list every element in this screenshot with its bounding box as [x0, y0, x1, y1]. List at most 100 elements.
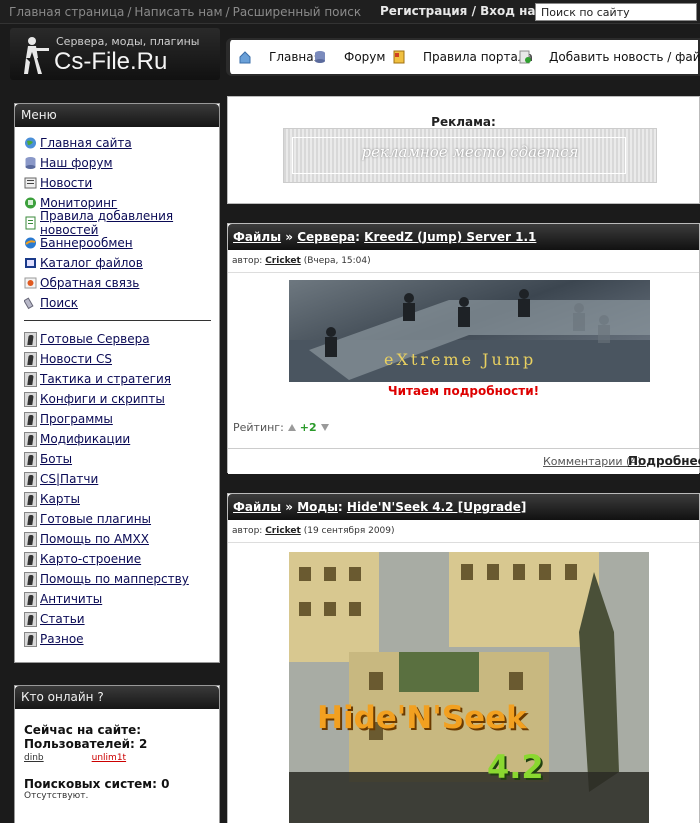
cs-soldier-icon: [24, 591, 37, 607]
post-date: (19 сентября 2009): [303, 526, 395, 536]
monitor-icon: [25, 197, 36, 209]
subcategory-link[interactable]: Сервера: [297, 230, 355, 244]
menu-item-label[interactable]: Баннерообмен: [40, 236, 133, 250]
post-title-link[interactable]: Hide'N'Seek 4.2 [Upgrade]: [347, 500, 526, 514]
author-link[interactable]: Cricket: [265, 526, 301, 536]
cs-item-plugins[interactable]: Готовые плагины: [24, 509, 211, 529]
cs-item-news[interactable]: Новости CS: [24, 349, 211, 369]
cs-item-servers[interactable]: Готовые Сервера: [24, 329, 211, 349]
read-more-link[interactable]: Читаем подробности!: [228, 384, 699, 398]
advanced-search-link[interactable]: Расширенный поиск: [233, 5, 362, 19]
menu-item-news[interactable]: Новости: [24, 173, 211, 193]
vote-up-icon[interactable]: [287, 424, 296, 431]
post-image[interactable]: eXtreme Jump: [289, 280, 650, 382]
cs-soldier-icon: [24, 411, 37, 427]
post-image[interactable]: Hide'N'Seek 4.2: [289, 552, 649, 823]
nav-rules[interactable]: Правила портала: [393, 50, 533, 64]
menu-item-label[interactable]: Боты: [40, 452, 72, 466]
cs-item-programs[interactable]: Программы: [24, 409, 211, 429]
online-user-link[interactable]: unlim1t: [92, 753, 126, 763]
menu-item-catalog[interactable]: Каталог файлов: [24, 253, 211, 273]
menu-item-forum[interactable]: Наш форум: [24, 153, 211, 173]
cs-soldier-icon: [24, 431, 37, 447]
cs-item-bots[interactable]: Боты: [24, 449, 211, 469]
nav-add-news[interactable]: Добавить новость / файл: [519, 50, 700, 64]
menu-item-label[interactable]: Наш форум: [40, 156, 113, 170]
register-link[interactable]: Регистрация: [380, 4, 467, 18]
nav-home[interactable]: Главная: [239, 50, 321, 64]
menu-item-label[interactable]: Помощь по мапперству: [40, 572, 189, 586]
menu-item-label[interactable]: Правила добавления новостей: [40, 209, 211, 237]
write-us-link[interactable]: Написать нам: [134, 5, 222, 19]
menu-item-label[interactable]: Каталог файлов: [40, 256, 143, 270]
menu-item-label[interactable]: Главная сайта: [40, 136, 132, 150]
cs-item-mods[interactable]: Модификации: [24, 429, 211, 449]
home-page-link[interactable]: Главная страница: [9, 5, 124, 19]
comments-link[interactable]: Комментарии (4): [543, 455, 642, 468]
cs-item-amxx-help[interactable]: Помощь по AMXX: [24, 529, 211, 549]
cs-item-misc[interactable]: Разное: [24, 629, 211, 649]
menu-item-label[interactable]: Обратная связь: [40, 276, 139, 290]
cs-soldier-icon: [24, 611, 37, 627]
add-document-icon: [519, 50, 531, 64]
cs-soldier-icon: [24, 531, 37, 547]
main-menu-list: Главная сайта Наш форум Новости Монитори…: [15, 127, 219, 313]
cs-item-mapbuilding[interactable]: Карто-строение: [24, 549, 211, 569]
hns-image-title: Hide'N'Seek: [317, 700, 527, 736]
planet-icon: [25, 237, 36, 249]
menu-item-label[interactable]: Новости CS: [40, 352, 112, 366]
menu-item-label[interactable]: Модификации: [40, 432, 130, 446]
cs-soldier-icon: [24, 351, 37, 367]
menu-item-label[interactable]: Карто-строение: [40, 552, 141, 566]
menu-item-label[interactable]: Помощь по AMXX: [40, 532, 149, 546]
menu-item-label[interactable]: Поиск: [40, 296, 78, 310]
cs-soldier-icon: [24, 491, 37, 507]
author-link[interactable]: Cricket: [265, 256, 301, 266]
more-link[interactable]: Подробнее(36: [628, 454, 700, 468]
menu-item-label[interactable]: Конфиги и скрипты: [40, 392, 165, 406]
online-block: Кто онлайн ? Сейчас на сайте: Пользовате…: [14, 685, 220, 823]
menu-item-label[interactable]: Тактика и стратегия: [40, 372, 171, 386]
category-link[interactable]: Файлы: [233, 230, 281, 244]
menu-item-label[interactable]: Новости: [40, 176, 92, 190]
subcategory-link[interactable]: Моды: [297, 500, 338, 514]
ad-banner[interactable]: рекламное место сдается: [283, 128, 657, 183]
category-link[interactable]: Файлы: [233, 500, 281, 514]
menu-item-rules[interactable]: Правила добавления новостей: [24, 209, 211, 237]
cs-soldier-icon: [24, 391, 37, 407]
main-nav: Главная Форум Правила портала Добавить н…: [226, 38, 700, 76]
cs-item-anticheats[interactable]: Античиты: [24, 589, 211, 609]
menu-item-search[interactable]: Поиск: [24, 293, 211, 313]
menu-item-label[interactable]: Готовые плагины: [40, 512, 151, 526]
vote-down-icon[interactable]: [320, 424, 329, 431]
menu-item-label[interactable]: Программы: [40, 412, 113, 426]
cs-soldier-icon: [24, 631, 37, 647]
menu-item-home[interactable]: Главная сайта: [24, 133, 211, 153]
menu-item-label[interactable]: Готовые Сервера: [40, 332, 150, 346]
cs-item-patches[interactable]: CS|Патчи: [24, 469, 211, 489]
menu-item-label[interactable]: Карты: [40, 492, 80, 506]
cs-item-configs[interactable]: Конфиги и скрипты: [24, 389, 211, 409]
site-logo[interactable]: Сервера, моды, плагины Cs-File.Ru: [10, 28, 220, 80]
menu-item-label[interactable]: Античиты: [40, 592, 102, 606]
catalog-icon: [25, 258, 36, 268]
database-icon: [315, 51, 325, 63]
top-bar: Главная страница / Написать нам / Расширенны…: [0, 0, 700, 24]
cs-item-maps[interactable]: Карты: [24, 489, 211, 509]
menu-item-label[interactable]: Мониторинг: [40, 196, 117, 210]
menu-item-label[interactable]: Разное: [40, 632, 84, 646]
online-users: dinb unlim1t: [24, 753, 210, 763]
menu-item-label[interactable]: Статьи: [40, 612, 85, 626]
nav-forum[interactable]: Форум: [314, 50, 385, 64]
menu-item-feedback[interactable]: Обратная связь: [24, 273, 211, 293]
menu-item-label[interactable]: CS|Патчи: [40, 472, 98, 486]
online-user-link[interactable]: dinb: [24, 753, 44, 763]
post-title-link[interactable]: KreedZ (Jump) Server 1.1: [364, 230, 536, 244]
search-input[interactable]: [535, 3, 697, 21]
cs-item-mapping-help[interactable]: Помощь по мапперству: [24, 569, 211, 589]
rating: Рейтинг: +2: [233, 421, 333, 434]
cs-item-articles[interactable]: Статьи: [24, 609, 211, 629]
soldier-logo-icon: [24, 37, 49, 74]
cs-soldier-icon: [24, 571, 37, 587]
cs-item-tactics[interactable]: Тактика и стратегия: [24, 369, 211, 389]
